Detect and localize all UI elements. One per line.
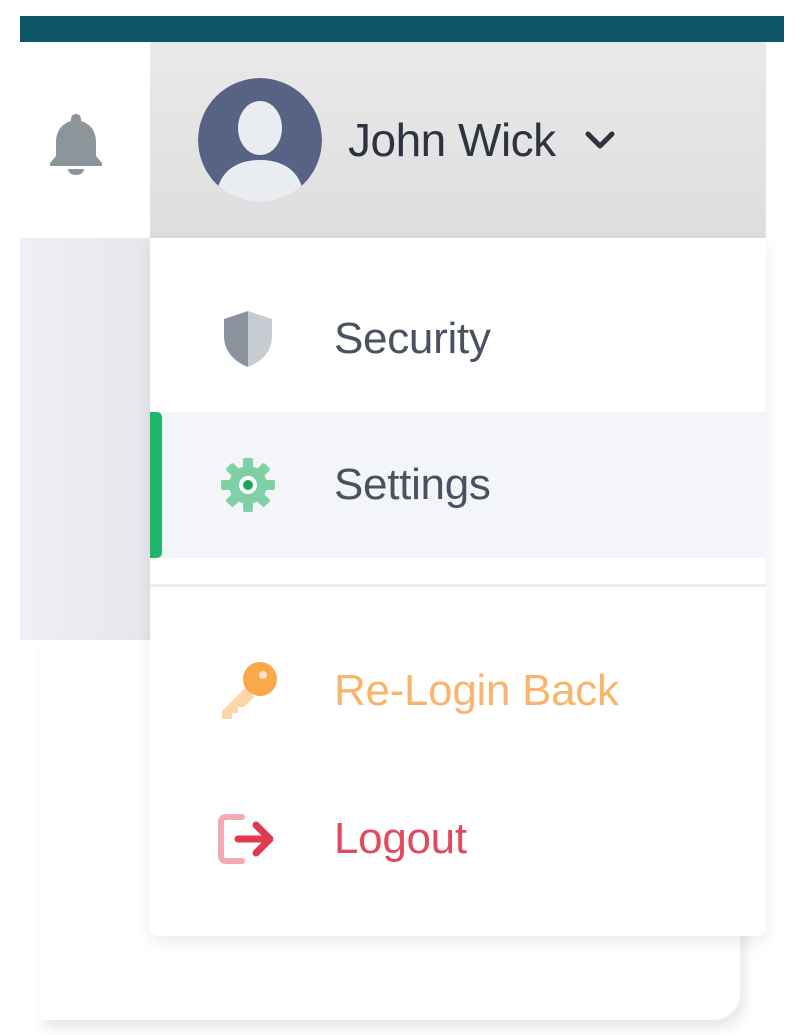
menu-item-relogin[interactable]: Re-Login Back [150,618,766,764]
menu-divider [150,584,766,587]
menu-item-label: Settings [334,460,491,509]
gear-icon [216,453,280,517]
bell-icon [50,114,102,175]
menu-item-label: Re-Login Back [334,666,619,715]
menu-item-security[interactable]: Security [150,266,766,412]
notifications-button[interactable] [44,108,108,178]
menu-item-label: Logout [334,814,467,863]
menu-item-label: Security [334,314,491,363]
user-dropdown-menu: Security Settings Re-Login Back Logout [150,238,766,936]
user-menu-toggle[interactable]: John Wick [150,42,766,238]
user-name: John Wick [348,114,556,166]
menu-item-logout[interactable]: Logout [150,766,766,912]
user-silhouette-icon [198,78,322,202]
background-panel [20,238,152,640]
avatar [198,78,322,202]
chevron-down-icon[interactable] [578,118,622,162]
top-navigation-bar [20,16,784,42]
shield-icon [216,307,280,371]
menu-item-settings[interactable]: Settings [150,412,766,558]
logout-icon [216,807,280,871]
page: John Wick Security Settings Re-Login Bac… [0,0,800,1035]
key-icon [216,659,280,723]
